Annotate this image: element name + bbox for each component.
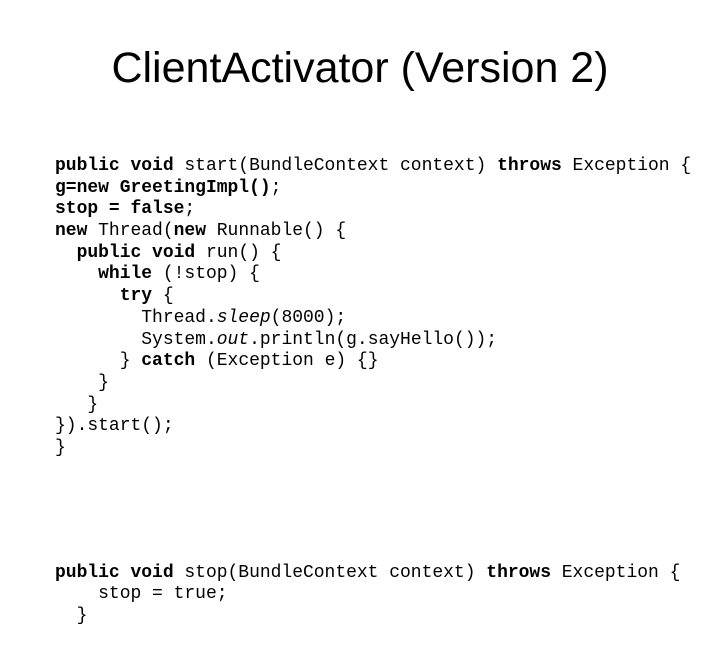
code-line: try { — [55, 286, 691, 308]
code-line: public void start(BundleContext context)… — [55, 156, 691, 178]
code-line: } — [55, 395, 691, 417]
code-keyword: catch — [141, 351, 196, 372]
code-line: public void stop(BundleContext context) … — [55, 563, 691, 585]
code-keyword: throws — [497, 156, 562, 176]
code-keyword: public void — [76, 242, 196, 263]
code-keyword: try — [119, 286, 153, 307]
code-line: } — [55, 438, 691, 460]
code-text: ; — [184, 199, 196, 220]
code-line: g=new GreetingImpl(); — [55, 178, 691, 200]
code-text: Thread. — [55, 307, 217, 328]
code-text: ; — [270, 177, 282, 198]
code-keyword: while — [98, 264, 153, 285]
code-keyword: public void — [55, 562, 174, 583]
code-text: (!stop) { — [152, 264, 260, 285]
code-keyword: g=new GreetingImpl() — [55, 177, 271, 198]
code-keyword: new — [173, 221, 206, 242]
code-text: Exception { — [550, 562, 681, 583]
code-text: { — [152, 286, 174, 307]
code-text: } — [55, 606, 88, 626]
code-static-member: sleep — [216, 307, 271, 328]
code-line: } — [55, 606, 691, 628]
code-text: (Exception e) {} — [195, 351, 379, 372]
code-keyword: throws — [486, 562, 551, 583]
code-block: public void start(BundleContext context)… — [55, 116, 691, 668]
code-text: }).start(); — [55, 416, 174, 437]
code-text: Exception { — [561, 156, 692, 176]
code-line: System.out.println(g.sayHello()); — [55, 330, 691, 352]
code-line: Thread.sleep(8000); — [55, 308, 691, 330]
code-keyword: public void — [55, 156, 174, 176]
code-text: } — [55, 351, 142, 372]
code-text: start(BundleContext context) — [173, 156, 498, 176]
code-text: Runnable() { — [205, 221, 347, 242]
code-text: stop(BundleContext context) — [173, 562, 487, 583]
code-text: System. — [55, 329, 217, 350]
code-text: } — [55, 372, 109, 393]
code-line: stop = false; — [55, 199, 691, 221]
code-text: stop = true; — [55, 584, 228, 605]
code-line: } catch (Exception e) {} — [55, 351, 691, 373]
code-keyword: stop = false — [55, 199, 185, 220]
code-text: Thread( — [87, 221, 174, 242]
start-method-code: public void start(BundleContext context)… — [55, 156, 691, 460]
code-text: .println(g.sayHello()); — [249, 329, 498, 350]
code-keyword: new — [55, 221, 88, 242]
code-static-member: out — [216, 329, 250, 350]
slide-title: ClientActivator (Version 2) — [111, 44, 609, 92]
code-text: (8000); — [270, 307, 347, 328]
code-text: run() { — [195, 242, 282, 263]
stop-method-code: public void stop(BundleContext context) … — [55, 563, 691, 628]
code-text: } — [55, 394, 99, 415]
code-line: stop = true; — [55, 584, 691, 606]
code-line: }).start(); — [55, 416, 691, 438]
code-line: new Thread(new Runnable() { — [55, 221, 691, 243]
code-line: } — [55, 373, 691, 395]
code-text: } — [55, 437, 66, 458]
code-line: while (!stop) { — [55, 264, 691, 286]
code-line: public void run() { — [55, 243, 691, 265]
